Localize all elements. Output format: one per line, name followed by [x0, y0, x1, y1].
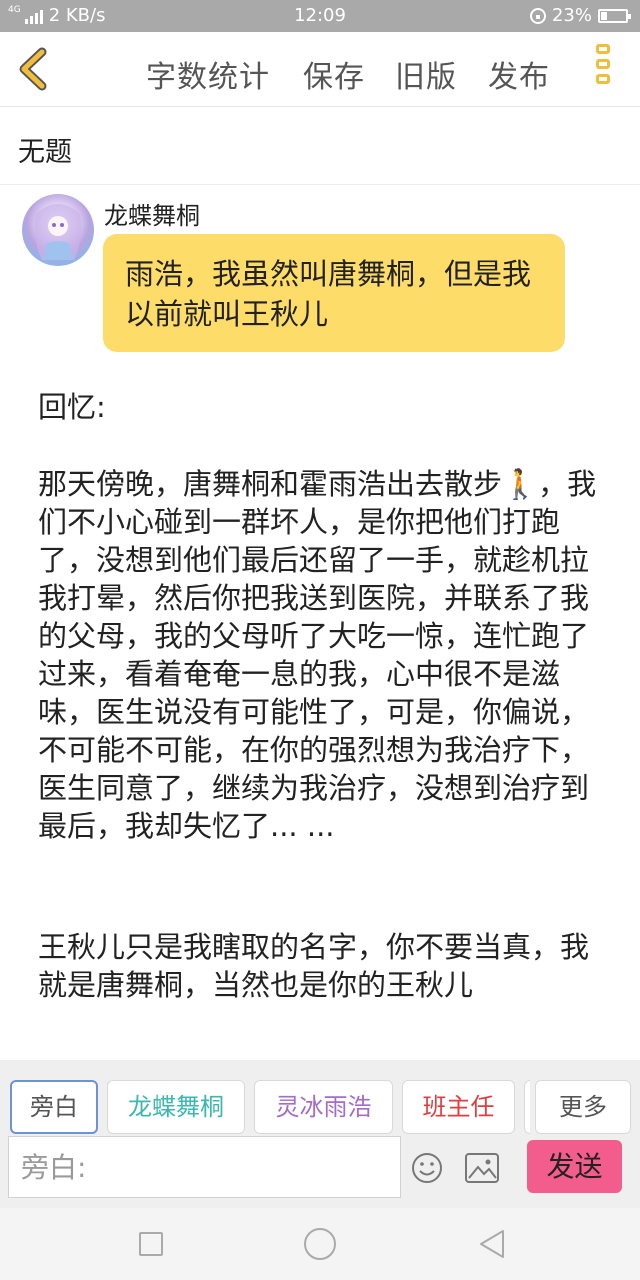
- recent-apps-icon[interactable]: [139, 1232, 163, 1256]
- battery-icon: [598, 8, 631, 23]
- narration-text: ，我们不小心碰到一群坏人，是你把他们打跑了，没想到他们最后还留了一手，就趁机拉我…: [38, 467, 597, 843]
- word-count-button[interactable]: 字数统计: [146, 52, 270, 96]
- image-icon[interactable]: [465, 1153, 499, 1183]
- system-nav-bar: [0, 1208, 640, 1280]
- send-button[interactable]: 发送: [527, 1140, 622, 1193]
- avatar[interactable]: [22, 194, 94, 266]
- battery-percent: 23%: [551, 5, 592, 26]
- role-head-teacher[interactable]: 班主任: [402, 1080, 515, 1134]
- home-icon[interactable]: [304, 1228, 336, 1260]
- role-narrator[interactable]: 旁白: [10, 1080, 98, 1134]
- rotation-lock-icon: [529, 7, 546, 24]
- message-bubble[interactable]: 雨浩，我虽然叫唐舞桐，但是我以前就叫王秋儿: [103, 234, 565, 352]
- smile-icon[interactable]: [411, 1152, 443, 1184]
- status-bar: 4G 2 KB/s 12:09 23%: [0, 0, 640, 32]
- more-roles-button[interactable]: 更多: [535, 1080, 631, 1134]
- clock: 12:09: [294, 5, 346, 26]
- avatar-image: [34, 204, 82, 260]
- more-vertical-icon[interactable]: [596, 44, 614, 96]
- composer-panel: 旁白 龙蝶舞桐 灵冰雨浩 班主任 更多 发送: [0, 1060, 640, 1208]
- title-row[interactable]: 无题: [0, 106, 640, 185]
- editor-toolbar: 字数统计 保存 旧版 发布: [0, 32, 640, 107]
- document-title: 无题: [18, 137, 72, 168]
- chevron-left-icon[interactable]: [14, 46, 54, 92]
- save-button[interactable]: 保存: [303, 52, 365, 96]
- back-icon[interactable]: [478, 1228, 506, 1260]
- message-sender: 龙蝶舞桐: [104, 202, 200, 230]
- narration-text: 那天傍晚，唐舞桐和霍雨浩出去散步: [38, 467, 503, 501]
- message-input-box[interactable]: [8, 1136, 401, 1198]
- old-version-button[interactable]: 旧版: [395, 52, 457, 96]
- publish-button[interactable]: 发布: [488, 52, 550, 96]
- role-lingbing-yuhao[interactable]: 灵冰雨浩: [254, 1080, 393, 1134]
- role-longdie-wutong[interactable]: 龙蝶舞桐: [107, 1080, 245, 1134]
- narration-heading: 回忆:: [38, 390, 106, 424]
- role-overflow: [524, 1080, 530, 1134]
- message-input[interactable]: [9, 1137, 400, 1197]
- walking-person-icon: 🚶: [502, 467, 539, 501]
- narration-paragraph-1[interactable]: 那天傍晚，唐舞桐和霍雨浩出去散步🚶，我们不小心碰到一群坏人，是你把他们打跑了，没…: [38, 465, 608, 845]
- narration-paragraph-2[interactable]: 王秋儿只是我瞎取的名字，你不要当真，我就是唐舞桐，当然也是你的王秋儿: [38, 928, 608, 1004]
